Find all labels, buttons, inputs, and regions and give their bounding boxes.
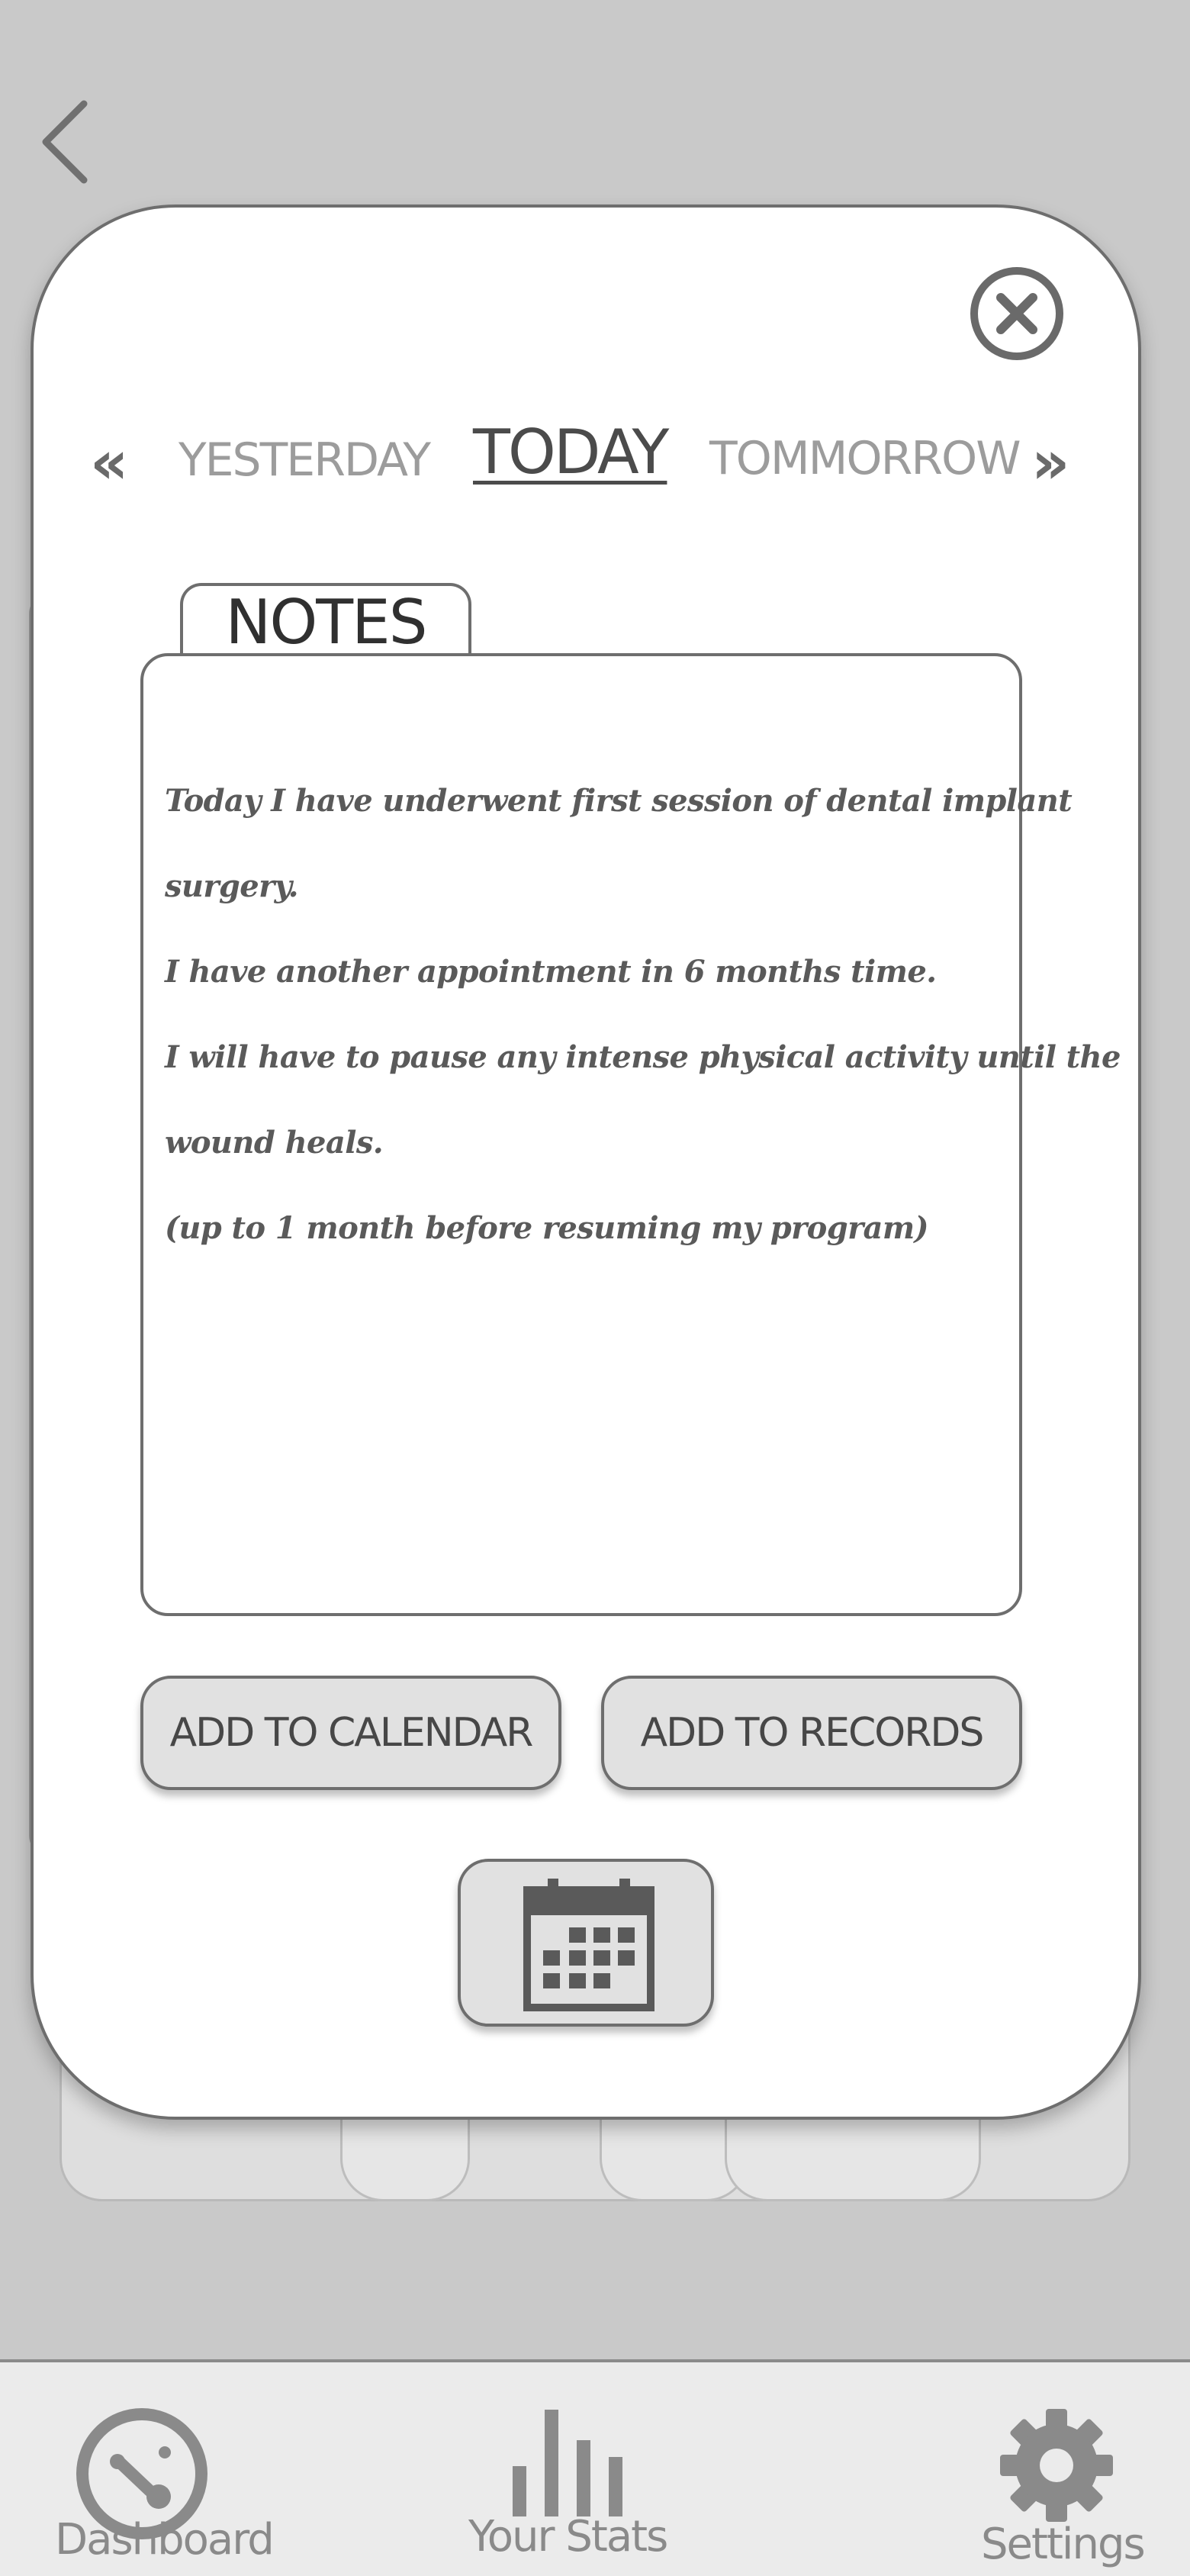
note-line: wound heals.: [165, 1125, 384, 1161]
gear-icon: [1000, 2409, 1113, 2522]
note-line: surgery.: [165, 868, 299, 904]
screen: « YESTERDAY TODAY TOMMORROW » NOTES Toda…: [0, 0, 1190, 2576]
bar-chart-icon: [513, 2410, 622, 2516]
bottom-navigation: Dashboard Your Stats Settings: [0, 2359, 1190, 2576]
chevron-left-icon: [42, 100, 88, 184]
day-navigation: « YESTERDAY TODAY TOMMORROW »: [0, 412, 1190, 504]
nav-settings[interactable]: Settings: [969, 2362, 1190, 2576]
notes-textarea[interactable]: Today I have underwent first session of …: [140, 653, 1121, 1616]
nav-your-stats[interactable]: Your Stats: [458, 2362, 687, 2576]
tab-today[interactable]: TODAY: [473, 417, 669, 488]
add-to-calendar-label: ADD TO CALENDAR: [169, 1710, 534, 1756]
note-line: Today I have underwent first session of …: [165, 783, 1073, 819]
notes-title: NOTES: [225, 587, 427, 658]
tab-tomorrow[interactable]: TOMMORROW: [709, 432, 1021, 485]
note-line: (up to 1 month before resuming my progra…: [165, 1210, 929, 1246]
nav-dashboard-label: Dashboard: [55, 2515, 275, 2565]
note-line: I have another appointment in 6 months t…: [165, 954, 937, 990]
close-icon: [970, 267, 1063, 360]
add-to-calendar-button[interactable]: ADD TO CALENDAR: [140, 1676, 561, 1790]
calendar-icon: [523, 1879, 654, 2011]
back-button[interactable]: [35, 96, 104, 188]
add-to-records-label: ADD TO RECORDS: [640, 1710, 985, 1756]
tab-yesterday[interactable]: YESTERDAY: [178, 433, 431, 487]
previous-day-arrow[interactable]: «: [90, 429, 129, 497]
add-to-records-button[interactable]: ADD TO RECORDS: [601, 1676, 1022, 1790]
note-line: I will have to pause any intense physica…: [165, 1039, 1121, 1075]
nav-settings-label: Settings: [981, 2520, 1146, 2569]
calendar-button[interactable]: [458, 1859, 714, 2027]
next-day-arrow[interactable]: »: [1031, 429, 1070, 497]
nav-stats-label: Your Stats: [468, 2512, 668, 2562]
close-button[interactable]: [967, 264, 1066, 363]
notes-tab: NOTES: [180, 583, 471, 658]
nav-dashboard[interactable]: Dashboard: [46, 2362, 275, 2576]
